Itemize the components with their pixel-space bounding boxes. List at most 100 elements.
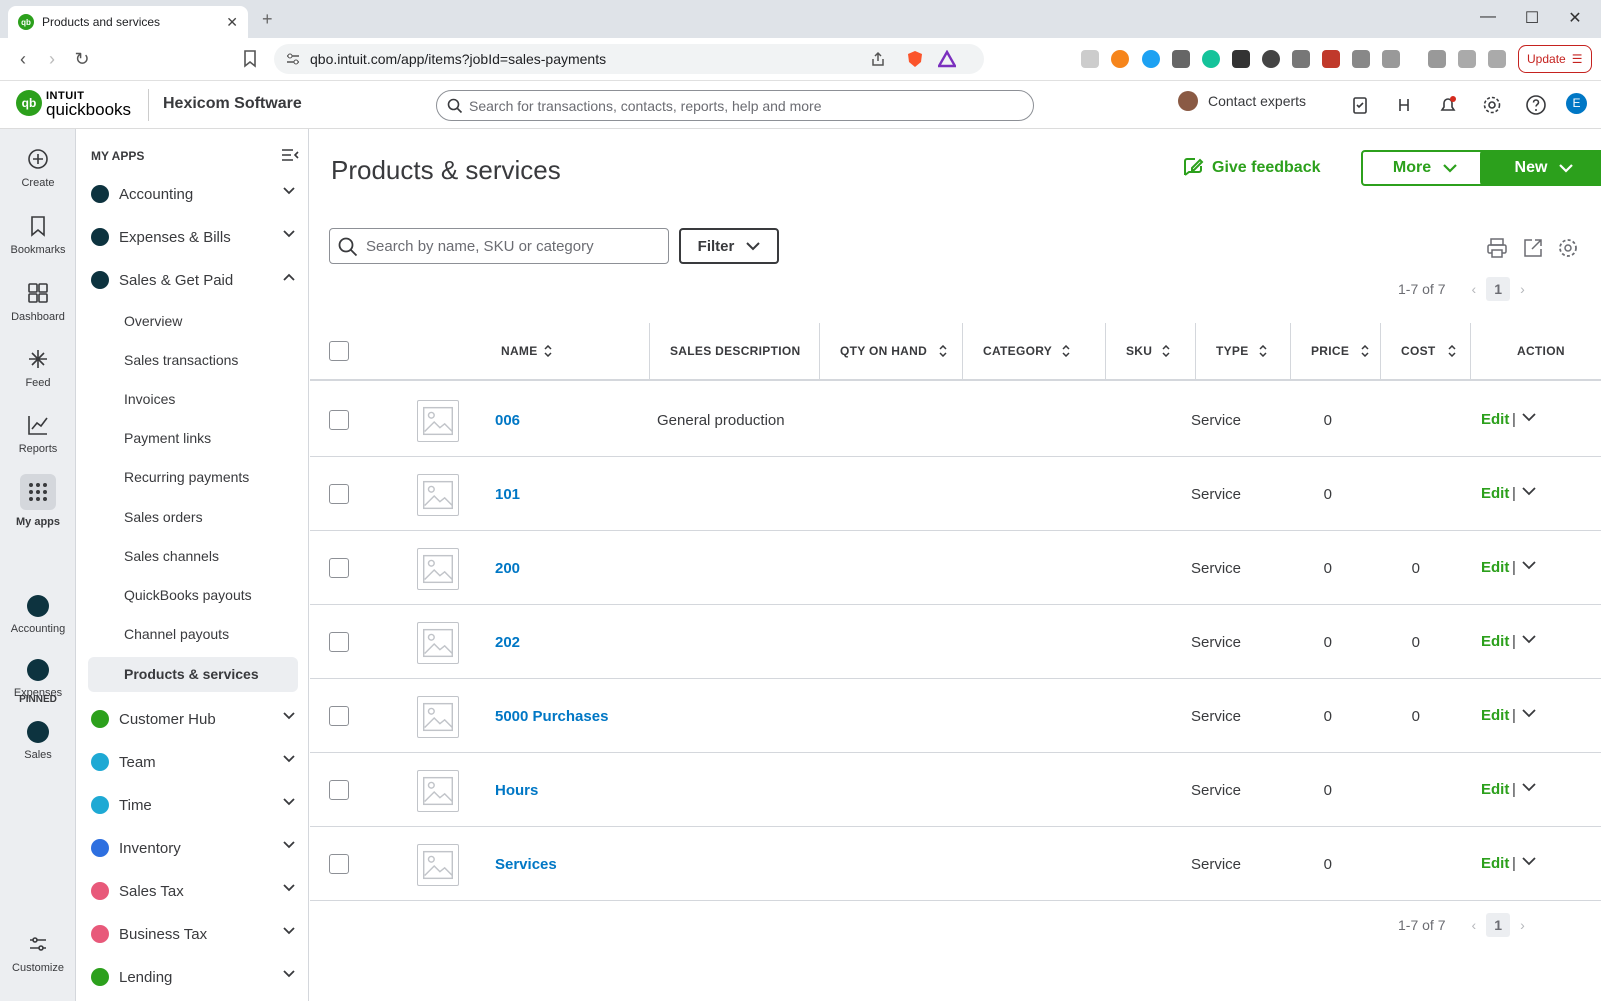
col-category[interactable]: CATEGORY	[983, 321, 1070, 381]
vpn-icon[interactable]	[1488, 50, 1506, 68]
rail-feed[interactable]: Feed	[0, 347, 76, 389]
edit-link[interactable]: Edit	[1481, 411, 1509, 428]
app-group-sales[interactable]: Sales & Get Paid	[91, 265, 299, 295]
contact-experts-button[interactable]: Contact experts	[1178, 91, 1306, 111]
help-icon[interactable]	[1524, 93, 1548, 117]
image-placeholder-icon[interactable]	[417, 696, 459, 738]
row-actions-chevron-icon[interactable]	[1522, 635, 1536, 644]
extension-icon-9[interactable]	[1322, 50, 1340, 68]
app-group-team[interactable]: Team	[91, 747, 299, 777]
edit-link[interactable]: Edit	[1481, 707, 1509, 724]
bookmark-icon[interactable]	[238, 47, 262, 71]
row-checkbox[interactable]	[329, 558, 349, 578]
sales-nav-invoices[interactable]: Invoices	[124, 391, 175, 407]
row-checkbox[interactable]	[329, 484, 349, 504]
edit-link[interactable]: Edit	[1481, 633, 1509, 650]
rail-my-apps[interactable]: My apps	[0, 474, 76, 528]
app-group-business-tax[interactable]: Business Tax	[91, 919, 299, 949]
sales-nav-channel-payouts[interactable]: Channel payouts	[124, 626, 229, 642]
item-name-link[interactable]: 5000 Purchases	[495, 708, 608, 725]
wallet-icon[interactable]	[1428, 50, 1446, 68]
row-checkbox[interactable]	[329, 632, 349, 652]
item-name-link[interactable]: 006	[495, 412, 520, 429]
app-group-inventory[interactable]: Inventory	[91, 833, 299, 863]
global-search-input[interactable]: Search for transactions, contacts, repor…	[436, 90, 1034, 121]
item-name-link[interactable]: Services	[495, 856, 557, 873]
image-placeholder-icon[interactable]	[417, 844, 459, 886]
row-checkbox[interactable]	[329, 780, 349, 800]
item-name-link[interactable]: Hours	[495, 782, 538, 799]
col-qty-on-hand[interactable]: QTY ON HAND	[840, 321, 947, 381]
quickbooks-logo[interactable]: qb INTUIT quickbooks	[16, 89, 131, 118]
filter-button[interactable]: Filter	[679, 228, 779, 264]
item-name-link[interactable]: 202	[495, 634, 520, 651]
rail-dashboard[interactable]: Dashboard	[0, 281, 76, 323]
rail-reports[interactable]: Reports	[0, 413, 76, 455]
sales-nav-overview[interactable]: Overview	[124, 313, 182, 329]
row-actions-chevron-icon[interactable]	[1522, 857, 1536, 866]
col-cost[interactable]: COST	[1401, 321, 1456, 381]
company-name[interactable]: Hexicom Software	[163, 95, 302, 113]
app-group-time[interactable]: Time	[91, 790, 299, 820]
prev-page-icon[interactable]: ‹	[1471, 917, 1476, 933]
table-settings-icon[interactable]	[1557, 237, 1579, 259]
product-search-input[interactable]: Search by name, SKU or category	[329, 228, 669, 264]
brave-shield-icon[interactable]	[906, 50, 924, 68]
tasks-icon[interactable]	[1348, 93, 1372, 117]
maximize-icon[interactable]: ☐	[1522, 8, 1542, 28]
edit-link[interactable]: Edit	[1481, 485, 1509, 502]
export-icon[interactable]	[1522, 237, 1544, 259]
sales-nav-quickbooks-payouts[interactable]: QuickBooks payouts	[124, 587, 252, 603]
select-all-checkbox[interactable]	[329, 341, 349, 361]
app-group-sales-tax[interactable]: Sales Tax	[91, 876, 299, 906]
prev-page-icon[interactable]: ‹	[1471, 281, 1476, 297]
sales-nav-sales-orders[interactable]: Sales orders	[124, 509, 203, 525]
give-feedback-link[interactable]: Give feedback	[1182, 157, 1321, 179]
new-tab-icon[interactable]: +	[262, 9, 273, 30]
notifications-icon[interactable]	[1436, 93, 1460, 117]
extension-icon-6[interactable]	[1232, 50, 1250, 68]
brave-rewards-icon[interactable]	[938, 50, 956, 68]
extension-icon-3[interactable]	[1142, 50, 1160, 68]
rail-pinned-accounting[interactable]: Accounting	[0, 595, 76, 635]
close-tab-icon[interactable]: ✕	[226, 14, 238, 31]
rail-pinned-sales[interactable]: Sales	[0, 721, 76, 761]
sales-nav-recurring-payments[interactable]: Recurring payments	[124, 469, 249, 485]
extension-icon-11[interactable]	[1382, 50, 1400, 68]
extensions-puzzle-icon[interactable]	[1352, 50, 1370, 68]
url-field[interactable]: qbo.intuit.com/app/items?jobId=sales-pay…	[274, 44, 984, 74]
extension-icon-7[interactable]	[1262, 50, 1280, 68]
grammarly-icon[interactable]	[1202, 50, 1220, 68]
rail-pinned-expenses[interactable]: Expenses	[0, 659, 76, 699]
row-actions-chevron-icon[interactable]	[1522, 783, 1536, 792]
current-page[interactable]: 1	[1486, 277, 1511, 301]
sales-nav-transactions[interactable]: Sales transactions	[124, 352, 238, 368]
edit-link[interactable]: Edit	[1481, 855, 1509, 872]
sales-nav-products-services[interactable]: Products & services	[88, 657, 298, 692]
rail-customize[interactable]: Customize	[0, 932, 76, 974]
extension-icon-1[interactable]	[1081, 50, 1099, 68]
row-checkbox[interactable]	[329, 410, 349, 430]
image-placeholder-icon[interactable]	[417, 548, 459, 590]
browser-update-button[interactable]: Update ☰	[1518, 45, 1592, 73]
back-icon[interactable]: ‹	[11, 47, 35, 71]
more-button[interactable]: More	[1361, 150, 1489, 186]
app-group-expenses[interactable]: Expenses & Bills	[91, 222, 299, 252]
row-actions-chevron-icon[interactable]	[1522, 487, 1536, 496]
col-type[interactable]: TYPE	[1216, 321, 1267, 381]
sales-nav-sales-channels[interactable]: Sales channels	[124, 548, 219, 564]
next-page-icon[interactable]: ›	[1520, 917, 1525, 933]
app-group-customer-hub[interactable]: Customer Hub	[91, 704, 299, 734]
extension-icon-4[interactable]	[1172, 50, 1190, 68]
row-checkbox[interactable]	[329, 706, 349, 726]
share-icon[interactable]	[870, 51, 886, 67]
app-group-accounting[interactable]: Accounting	[91, 179, 299, 209]
window-close-icon[interactable]: ✕	[1565, 8, 1585, 28]
col-name[interactable]: NAME	[501, 321, 552, 381]
col-sku[interactable]: SKU	[1126, 321, 1170, 381]
forward-icon[interactable]: ›	[40, 47, 64, 71]
rail-create[interactable]: Create	[0, 147, 76, 189]
leo-ai-icon[interactable]	[1458, 50, 1476, 68]
item-name-link[interactable]: 101	[495, 486, 520, 503]
rail-bookmarks[interactable]: Bookmarks	[0, 214, 76, 256]
